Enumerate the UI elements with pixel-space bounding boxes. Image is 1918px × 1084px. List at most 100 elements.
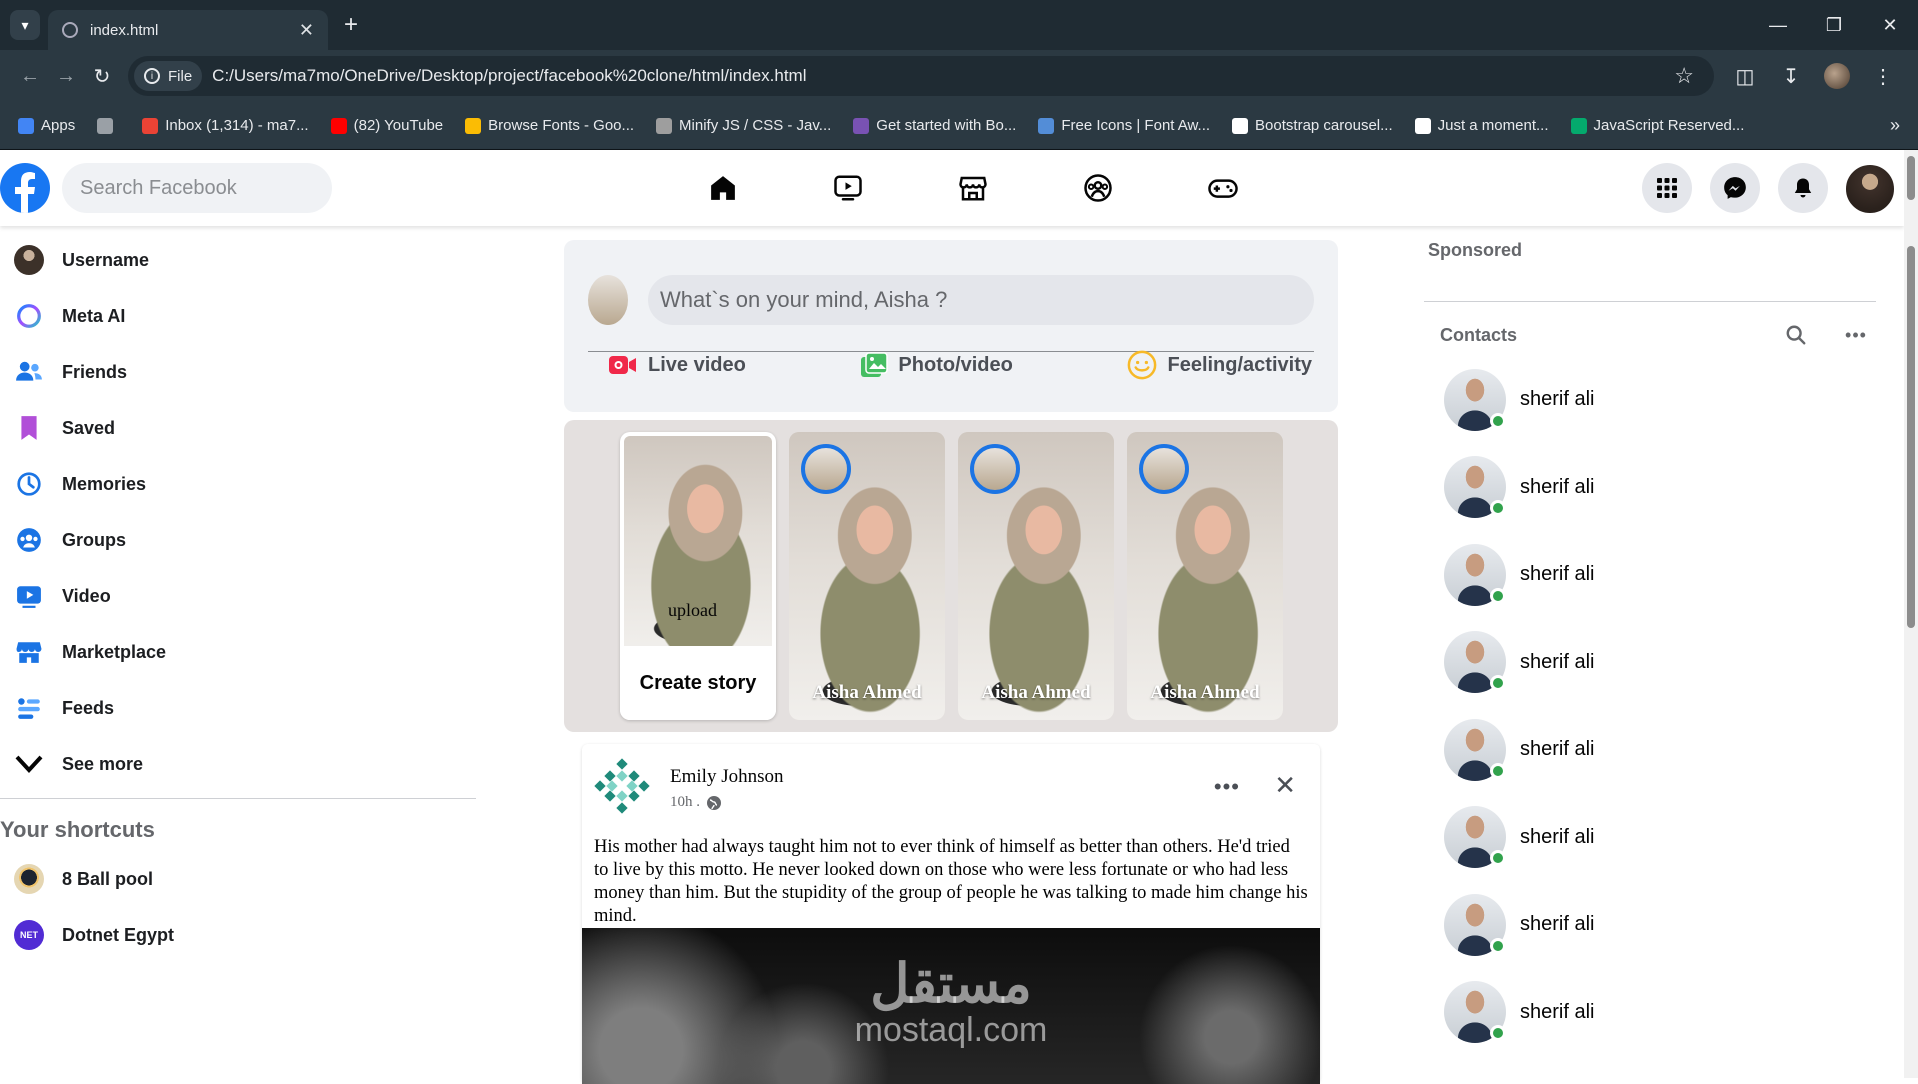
- dotnet-logo-icon: NET: [14, 920, 44, 950]
- shortcuts-title: Your shortcuts: [0, 817, 155, 842]
- bookmark-star-icon[interactable]: ☆: [1674, 63, 1694, 89]
- close-tab-icon[interactable]: ✕: [299, 20, 314, 41]
- post-author-avatar[interactable]: [594, 758, 650, 814]
- shortcut-item-dotnet-egypt[interactable]: NET Dotnet Egypt: [0, 907, 476, 963]
- sidebar-item-feeds[interactable]: Feeds: [0, 680, 476, 736]
- live-video-button[interactable]: Live video: [608, 350, 746, 380]
- contact-item[interactable]: sherif ali: [1424, 444, 1876, 532]
- reload-button[interactable]: ↻: [84, 64, 120, 89]
- sidebar-item-meta-ai[interactable]: Meta AI: [0, 288, 476, 344]
- story-author: Aisha Ahmed: [1150, 682, 1260, 703]
- restore-icon[interactable]: ❐: [1806, 0, 1862, 50]
- post-options-icon[interactable]: •••: [1214, 774, 1240, 800]
- stories-strip: upload Create story Aisha Ahmed Aisha Ah…: [564, 420, 1338, 732]
- bookmark-item[interactable]: Get started with Bo...: [853, 117, 1016, 134]
- nav-marketplace[interactable]: [910, 150, 1035, 226]
- profile-avatar[interactable]: [1844, 163, 1896, 215]
- file-chip-label: File: [168, 67, 193, 85]
- sidebar-item-username[interactable]: Username: [0, 232, 476, 288]
- search-icon[interactable]: [1776, 324, 1816, 346]
- post-author-name[interactable]: Emily Johnson: [670, 766, 783, 788]
- bookmark-item[interactable]: Free Icons | Font Aw...: [1038, 117, 1210, 134]
- bookmark-item[interactable]: Browse Fonts - Goo...: [465, 117, 634, 134]
- composer-input[interactable]: What`s on your mind, Aisha ?: [648, 274, 1314, 325]
- contacts-list: sherif ali sherif ali sherif ali sherif ali…: [1424, 356, 1876, 1056]
- contact-item[interactable]: sherif ali: [1424, 531, 1876, 619]
- back-button[interactable]: ←: [12, 65, 48, 88]
- tab-search-button[interactable]: ▾: [10, 10, 40, 40]
- more-options-icon[interactable]: •••: [1836, 325, 1876, 346]
- omnibox[interactable]: i File C:/Users/ma7mo/OneDrive/Desktop/p…: [128, 56, 1714, 96]
- contact-item[interactable]: sherif ali: [1424, 706, 1876, 794]
- page-scrollbar[interactable]: [1904, 150, 1918, 1078]
- nav-watch[interactable]: [785, 150, 910, 226]
- sidebar-item-video[interactable]: Video: [0, 568, 476, 624]
- bookmark-item[interactable]: Apps: [18, 117, 75, 134]
- story-card[interactable]: Aisha Ahmed: [1127, 432, 1283, 720]
- sidebar-item-groups[interactable]: Groups: [0, 512, 476, 568]
- bookmark-item[interactable]: Just a moment...: [1414, 117, 1549, 134]
- nav-home[interactable]: [660, 150, 785, 226]
- forward-button[interactable]: →: [48, 65, 84, 88]
- video-play-icon: [833, 175, 862, 201]
- bookmark-item[interactable]: Inbox (1,314) - ma7...: [142, 117, 309, 134]
- facebook-logo-icon[interactable]: [0, 163, 50, 213]
- smiley-icon: [1127, 350, 1157, 380]
- sidebar-item-memories[interactable]: Memories: [0, 456, 476, 512]
- notifications-button[interactable]: [1778, 163, 1828, 213]
- messenger-button[interactable]: [1710, 163, 1760, 213]
- story-avatar-ring: [970, 444, 1020, 494]
- browser-menu-icon[interactable]: ⋮: [1860, 64, 1906, 89]
- online-status-icon: [1490, 675, 1506, 692]
- menu-grid-button[interactable]: [1642, 163, 1692, 213]
- photo-video-button[interactable]: Photo/video: [860, 350, 1013, 380]
- contact-avatar: [1444, 456, 1506, 519]
- sidebar-item-see-more[interactable]: See more: [0, 736, 476, 792]
- site-info-chip[interactable]: i File: [134, 61, 203, 91]
- url-text[interactable]: C:/Users/ma7mo/OneDrive/Desktop/project/…: [212, 66, 1674, 86]
- scrollbar-thumb[interactable]: [1907, 246, 1915, 628]
- contact-item[interactable]: sherif ali: [1424, 619, 1876, 707]
- browser-tab[interactable]: index.html ✕: [48, 10, 328, 50]
- photo-icon: [860, 352, 889, 378]
- bookmarks-overflow-icon[interactable]: »: [1890, 115, 1900, 136]
- upload-label[interactable]: upload: [668, 600, 717, 621]
- bookmark-item[interactable]: (82) YouTube: [330, 117, 443, 134]
- bookmark-favicon-icon: [1038, 117, 1055, 134]
- contacts-title: Contacts: [1440, 324, 1518, 345]
- contact-avatar: [1444, 893, 1506, 956]
- contact-avatar: [1444, 368, 1506, 431]
- sidebar-item-label: Saved: [62, 417, 116, 438]
- bookmark-item[interactable]: JavaScript Reserved...: [1570, 117, 1744, 134]
- nav-groups[interactable]: [1035, 150, 1160, 226]
- nav-gaming[interactable]: [1160, 150, 1285, 226]
- scrollbar-thumb-top[interactable]: [1907, 156, 1915, 200]
- sidebar-item-marketplace[interactable]: Marketplace: [0, 624, 476, 680]
- minimize-icon[interactable]: —: [1750, 0, 1806, 50]
- create-story-card[interactable]: upload Create story: [620, 432, 776, 720]
- bookmark-item[interactable]: Minify JS / CSS - Jav...: [656, 117, 831, 134]
- story-card[interactable]: Aisha Ahmed: [958, 432, 1114, 720]
- bookmark-item[interactable]: Bootstrap carousel...: [1232, 117, 1393, 134]
- contact-item[interactable]: sherif ali: [1424, 356, 1876, 444]
- contact-item[interactable]: sherif ali: [1424, 969, 1876, 1057]
- close-window-icon[interactable]: ✕: [1862, 0, 1918, 50]
- contact-item[interactable]: sherif ali: [1424, 794, 1876, 882]
- browser-profile-avatar[interactable]: [1824, 63, 1850, 89]
- bookmark-item[interactable]: [97, 117, 120, 134]
- story-card[interactable]: Aisha Ahmed: [789, 432, 945, 720]
- extensions-icon[interactable]: ◫: [1722, 64, 1768, 89]
- post-text: His mother had always taught him not to …: [594, 837, 1308, 926]
- shortcut-item-8-ball-pool[interactable]: 8 Ball pool: [0, 851, 476, 907]
- sidebar-item-friends[interactable]: Friends: [0, 344, 476, 400]
- new-tab-button[interactable]: +: [344, 11, 358, 39]
- post-close-icon[interactable]: ✕: [1274, 770, 1296, 801]
- address-bar-row: ← → ↻ i File C:/Users/ma7mo/OneDrive/Des…: [0, 50, 1918, 102]
- feeling-activity-button[interactable]: Feeling/activity: [1127, 350, 1312, 380]
- contact-item[interactable]: sherif ali: [1424, 881, 1876, 969]
- download-icon[interactable]: ↧: [1768, 64, 1814, 89]
- post-image[interactable]: مستقل mostaql.com: [582, 928, 1320, 1084]
- search-input[interactable]: [62, 163, 332, 213]
- sidebar-item-saved[interactable]: Saved: [0, 400, 476, 456]
- contact-avatar: [1444, 806, 1506, 869]
